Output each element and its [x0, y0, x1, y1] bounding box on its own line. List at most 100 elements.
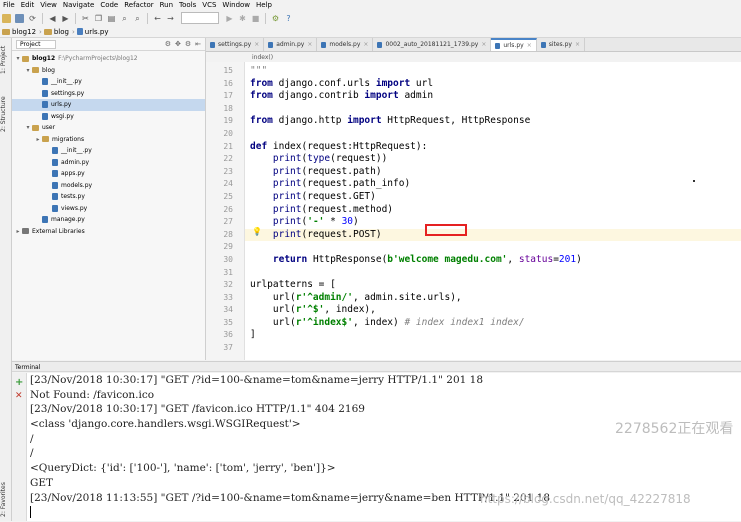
- tree-item[interactable]: __init__.py: [12, 76, 205, 88]
- open-folder-icon[interactable]: [2, 13, 11, 23]
- menu-item-edit[interactable]: Edit: [18, 0, 38, 10]
- sync-icon[interactable]: ⟳: [28, 14, 37, 23]
- tree-item[interactable]: ▾ user: [12, 122, 205, 134]
- tree-item[interactable]: manage.py: [12, 214, 205, 226]
- line-number: 33: [223, 292, 233, 302]
- menu-item-run[interactable]: Run: [157, 0, 176, 10]
- paste-icon[interactable]: ▤: [107, 14, 116, 23]
- terminal-prompt[interactable]: [27, 505, 741, 520]
- find-icon[interactable]: ⌕: [120, 14, 129, 23]
- forward-icon[interactable]: ▶: [61, 14, 70, 23]
- run-icon[interactable]: ▶: [225, 14, 234, 23]
- toolbar-separator: [147, 12, 148, 24]
- chevron-down-icon[interactable]: ▾: [24, 122, 32, 134]
- python-file-icon: [52, 170, 58, 177]
- code-text: print('-' * 30): [272, 216, 359, 228]
- close-icon[interactable]: ✕: [15, 391, 23, 401]
- settings-icon[interactable]: ⚙: [271, 14, 280, 23]
- tree-item[interactable]: ▾ blog12 F:\PycharmProjects\blog12: [12, 53, 205, 65]
- gear-icon[interactable]: ⚙: [165, 40, 171, 48]
- menu-item-view[interactable]: View: [37, 0, 60, 10]
- tree-item[interactable]: ▸ migrations: [12, 134, 205, 146]
- copy-icon[interactable]: ❐: [94, 14, 103, 23]
- code-text: print(request.path): [272, 165, 382, 177]
- tree-item[interactable]: models.py: [12, 180, 205, 192]
- tree-item[interactable]: tests.py: [12, 191, 205, 203]
- nav-crumb-project[interactable]: blog12: [0, 28, 39, 36]
- settings-icon[interactable]: ⚙: [185, 40, 191, 48]
- replace-icon[interactable]: ⌕: [133, 14, 142, 23]
- close-tab-icon[interactable]: ×: [575, 41, 580, 48]
- tree-item[interactable]: admin.py: [12, 157, 205, 169]
- nav-crumb-folder[interactable]: blog: [42, 28, 72, 36]
- editor-breadcrumb-item[interactable]: index(): [252, 54, 273, 61]
- code-editor[interactable]: 15 """ 16 from django.conf.urls import url 1…: [223, 62, 741, 360]
- collapse-icon[interactable]: ✥: [175, 40, 181, 48]
- add-icon[interactable]: +: [15, 377, 23, 388]
- close-tab-icon[interactable]: ×: [527, 42, 532, 49]
- chevron-down-icon[interactable]: ▾: [14, 53, 22, 65]
- highlight-box: [425, 224, 467, 236]
- editor-tab[interactable]: settings.py ×: [206, 38, 265, 51]
- menu-item-vcs[interactable]: VCS: [199, 0, 219, 10]
- back-icon[interactable]: ◀: [48, 14, 57, 23]
- hide-icon[interactable]: ⇤: [195, 40, 201, 48]
- toolbar-separator: [265, 12, 266, 24]
- run-config-select[interactable]: [181, 12, 219, 24]
- line-number: 25: [223, 191, 233, 201]
- editor-tab[interactable]: admin.py ×: [264, 38, 318, 51]
- tree-item-label: models.py: [61, 181, 93, 189]
- terminal-line: Not Found: /favicon.ico: [30, 388, 155, 401]
- stop-icon[interactable]: ■: [251, 14, 260, 23]
- code-lines: 15 """ 16 from django.conf.urls import url 1…: [223, 65, 741, 355]
- tree-item[interactable]: wsgi.py: [12, 111, 205, 123]
- terminal-line: <QueryDict: {'id': ['100-'], 'name': ['t…: [30, 462, 336, 475]
- editor-tab[interactable]: urls.py ×: [491, 38, 537, 51]
- terminal-line: [23/Nov/2018 10:30:17] "GET /?id=100-&na…: [30, 374, 483, 386]
- nav-crumb-file[interactable]: urls.py: [75, 28, 112, 36]
- menu-item-refactor[interactable]: Refactor: [121, 0, 156, 10]
- menu-item-code[interactable]: Code: [97, 0, 121, 10]
- line-number: 27: [223, 217, 233, 227]
- line-number: 19: [223, 116, 233, 126]
- chevron-right-icon[interactable]: ▸: [34, 134, 42, 146]
- tree-item[interactable]: __init__.py: [12, 145, 205, 157]
- python-file-icon: [42, 101, 48, 108]
- code-line: 34 url(r'^$', index),: [223, 304, 741, 317]
- chevron-right-icon[interactable]: ▸: [14, 226, 22, 238]
- editor-tab[interactable]: models.py ×: [317, 38, 374, 51]
- undo-icon[interactable]: ←: [153, 14, 162, 23]
- chevron-down-icon[interactable]: ▾: [24, 65, 32, 77]
- tree-item[interactable]: apps.py: [12, 168, 205, 180]
- close-tab-icon[interactable]: ×: [363, 41, 368, 48]
- tree-item[interactable]: views.py: [12, 203, 205, 215]
- menu-item-window[interactable]: Window: [219, 0, 253, 10]
- save-icon[interactable]: [15, 13, 24, 23]
- code-line: 25 print(request.GET): [223, 191, 741, 204]
- close-tab-icon[interactable]: ×: [254, 41, 259, 48]
- redo-icon[interactable]: →: [166, 14, 175, 23]
- project-view-dropdown[interactable]: Project: [16, 39, 56, 49]
- menu-item-navigate[interactable]: Navigate: [60, 0, 97, 10]
- tree-item[interactable]: ▾ blog: [12, 65, 205, 77]
- line-number: 30: [223, 254, 233, 264]
- menu-item-help[interactable]: Help: [253, 0, 275, 10]
- help-icon[interactable]: ?: [284, 14, 293, 23]
- editor-tab[interactable]: 0002_auto_20181121_1739.py ×: [373, 38, 492, 51]
- tab-project[interactable]: 1: Project: [0, 40, 11, 80]
- tree-item[interactable]: settings.py: [12, 88, 205, 100]
- tab-structure[interactable]: 2: Structure: [0, 90, 11, 138]
- python-file-icon: [377, 41, 383, 48]
- tree-item[interactable]: ▸ External Libraries: [12, 226, 205, 238]
- close-tab-icon[interactable]: ×: [307, 41, 312, 48]
- tab-favorites[interactable]: 2: Favorites: [0, 478, 11, 522]
- editor-tab[interactable]: sites.py ×: [537, 38, 585, 51]
- code-line: 23 print(request.path): [223, 165, 741, 179]
- cut-icon[interactable]: ✂: [81, 14, 90, 23]
- lightbulb-icon[interactable]: 💡: [252, 227, 262, 236]
- menu-item-file[interactable]: File: [0, 0, 18, 10]
- close-tab-icon[interactable]: ×: [481, 41, 486, 48]
- menu-item-tools[interactable]: Tools: [176, 0, 199, 10]
- debug-icon[interactable]: ✱: [238, 14, 247, 23]
- tree-item[interactable]: urls.py: [12, 99, 205, 111]
